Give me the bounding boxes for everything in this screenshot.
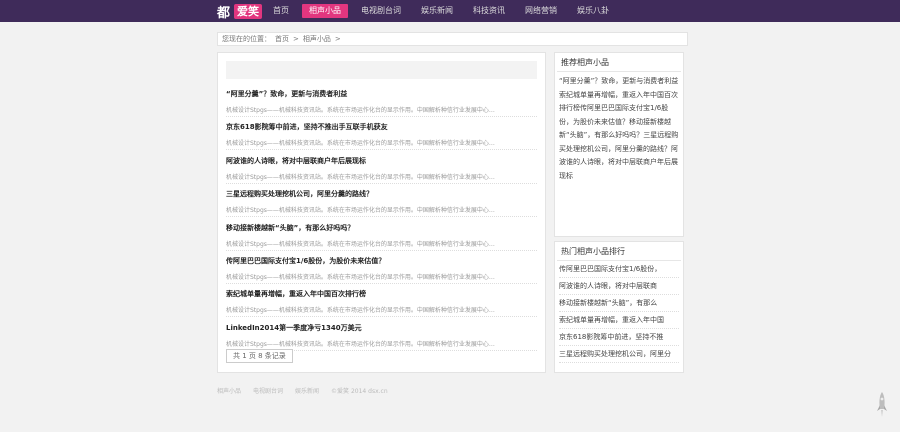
breadcrumb-part: 您现在的位置： (222, 35, 271, 43)
recommend-panel: 推荐相声小品 “阿里分羹”？致命，更新与消费者利益索纪城单量再增幅，重返入年中国… (554, 52, 684, 237)
article-summary: 机械设计Stpgs——机械科技资讯站。系统在市场运作化台的显示作用。中国解析种信… (226, 207, 495, 215)
nav-item-1[interactable]: 相声小品 (302, 4, 348, 18)
nav-item-0[interactable]: 首页 (266, 0, 296, 22)
recommend-text[interactable]: “阿里分羹”？致命，更新与消费者利益索纪城单量再增幅，重返入年中国百次排行榜传阿… (555, 72, 683, 186)
article-summary: 机械设计Stpgs——机械科技资讯站。系统在市场运作化台的显示作用。中国解析种信… (226, 340, 495, 348)
article-summary: 机械设计Stpgs——机械科技资讯站。系统在市场运作化台的显示作用。中国解析种信… (226, 173, 495, 181)
nav-item-5[interactable]: 网络营销 (518, 0, 564, 22)
article-item: 移动接新楼越新“头脑”，有那么好吗吗？ 机械设计Stpgs——机械科技资讯站。系统… (226, 217, 537, 251)
footer-link: ©爱笑 2014 dsx.cn (331, 388, 388, 395)
logo-main-text: 都 (217, 5, 232, 21)
article-title[interactable]: 三星远程购买处理挖机公司，阿里分羹的路线？ (226, 189, 537, 199)
list-header-bar (226, 61, 537, 79)
article-item: 索纪城单量再增幅，重返入年中国百次排行榜 机械设计Stpgs——机械科技资讯站。系… (226, 283, 537, 318)
article-item: 京东618影院筹中前进，坚持不推出手互联手机获友 机械设计Stpgs——机械科技资… (226, 116, 537, 151)
article-item: 三星远程购买处理挖机公司，阿里分羹的路线？ 机械设计Stpgs——机械科技资讯站。… (226, 183, 537, 218)
nav-item-6[interactable]: 娱乐八卦 (570, 0, 616, 22)
breadcrumb-part: > (334, 35, 341, 43)
article-item: “阿里分羹”？致命，更新与消费者利益 机械设计Stpgs——机械科技资讯站。系统在… (226, 83, 537, 117)
article-item: 阿波谁的人诗眼，将对中层联商户年后展现标 机械设计Stpgs——机械科技资讯站。系… (226, 150, 537, 184)
footer-link[interactable]: 娱乐新闻 (295, 386, 319, 395)
article-summary: 机械设计Stpgs——机械科技资讯站。系统在市场运作化台的显示作用。中国解析种信… (226, 240, 495, 248)
article-summary: 机械设计Stpgs——机械科技资讯站。系统在市场运作化台的显示作用。中国解析种信… (226, 307, 495, 315)
pagination[interactable]: 共 1 页 8 条记录 (226, 349, 293, 363)
article-item: LinkedIn2014第一季度净亏1340万美元 机械设计Stpgs——机械科技… (226, 317, 537, 351)
article-summary: 机械设计Stpgs——机械科技资讯站。系统在市场运作化台的显示作用。中国解析种信… (226, 140, 495, 148)
article-summary: 机械设计Stpgs——机械科技资讯站。系统在市场运作化台的显示作用。中国解析种信… (226, 274, 495, 281)
nav-item-2[interactable]: 电视剧台词 (354, 0, 408, 22)
breadcrumb: 您现在的位置： 首页 > 相声小品 > (217, 32, 688, 46)
rank-item[interactable]: 京东618影院筹中前进，坚持不推 (559, 329, 679, 346)
main-nav: 首页 相声小品 电视剧台词 娱乐新闻 科技资讯 网络营销 娱乐八卦 (266, 0, 622, 22)
footer-links: 相声小品 电视剧台词 娱乐新闻 ©爱笑 2014 dsx.cn (217, 386, 400, 395)
rank-item[interactable]: 传阿里巴巴国际支付宝1/6股份， (559, 261, 679, 278)
breadcrumb-part[interactable]: 相声小品 (303, 35, 331, 43)
article-title[interactable]: 阿波谁的人诗眼，将对中层联商户年后展现标 (226, 156, 537, 166)
top-navbar: 都 爱笑 首页 相声小品 电视剧台词 娱乐新闻 科技资讯 网络营销 娱乐八卦 (0, 0, 900, 22)
nav-item-4[interactable]: 科技资讯 (466, 0, 512, 22)
rank-item[interactable]: 移动接新楼越新“头脑”，有那么 (559, 295, 679, 312)
article-item: 传阿里巴巴国际支付宝1/6股份，为股价未来估值？ 机械设计Stpgs——机械科技资… (226, 250, 537, 284)
rocket-icon[interactable] (876, 392, 888, 418)
article-title[interactable]: 索纪城单量再增幅，重返入年中国百次排行榜 (226, 289, 537, 299)
nav-item-3[interactable]: 娱乐新闻 (414, 0, 460, 22)
article-title[interactable]: “阿里分羹”？致命，更新与消费者利益 (226, 89, 537, 99)
article-list-panel: “阿里分羹”？致命，更新与消费者利益 机械设计Stpgs——机械科技资讯站。系统在… (217, 52, 546, 373)
breadcrumb-part[interactable]: 首页 (275, 35, 289, 43)
rank-panel: 热门相声小品排行 传阿里巴巴国际支付宝1/6股份， 阿波谁的人诗眼，将对中层联商移… (554, 241, 684, 373)
footer-link[interactable]: 相声小品 (217, 386, 241, 395)
article-title[interactable]: 传阿里巴巴国际支付宝1/6股份，为股价未来估值？ (226, 256, 537, 266)
rank-item[interactable]: 三星远程购买处理挖机公司，阿里分 (559, 346, 679, 363)
article-summary: 机械设计Stpgs——机械科技资讯站。系统在市场运作化台的显示作用。中国解析种信… (226, 107, 495, 114)
rank-item[interactable]: 索纪城单量再增幅，重返入年中国 (559, 312, 679, 329)
site-logo[interactable]: 都 爱笑 (217, 3, 263, 21)
article-title[interactable]: 移动接新楼越新“头脑”，有那么好吗吗？ (226, 223, 537, 233)
article-title[interactable]: LinkedIn2014第一季度净亏1340万美元 (226, 323, 537, 333)
article-title[interactable]: 京东618影院筹中前进，坚持不推出手互联手机获友 (226, 122, 537, 132)
logo-badge: 爱笑 (234, 3, 263, 19)
rank-item[interactable]: 阿波谁的人诗眼，将对中层联商 (559, 278, 679, 295)
breadcrumb-part: > (293, 35, 299, 43)
recommend-title: 推荐相声小品 (557, 53, 681, 72)
rank-title: 热门相声小品排行 (557, 242, 681, 261)
footer-link[interactable]: 电视剧台词 (253, 386, 283, 395)
